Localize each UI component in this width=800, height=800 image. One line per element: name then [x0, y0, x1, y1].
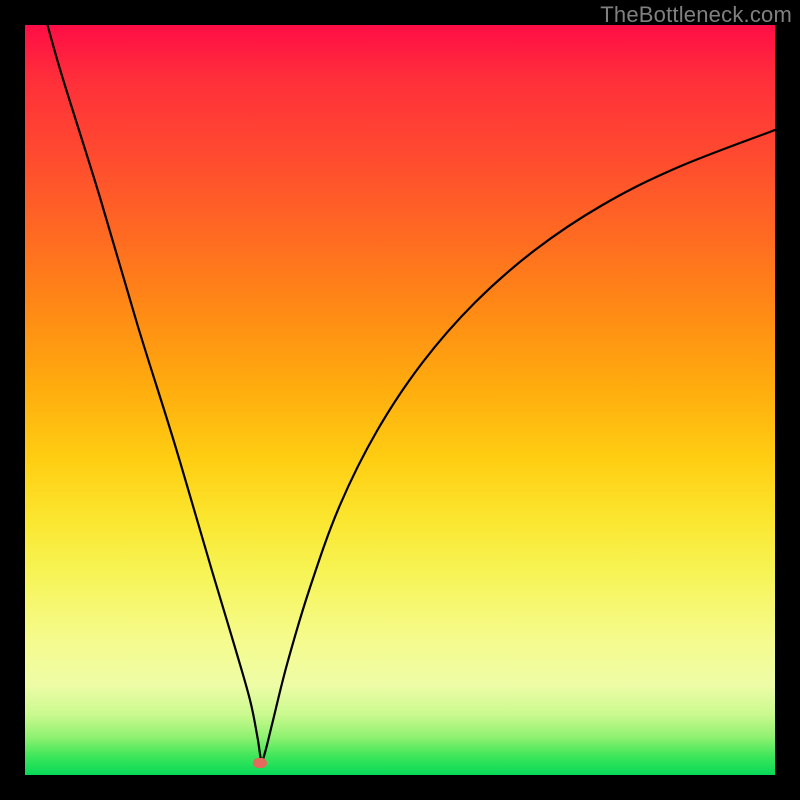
watermark-text: TheBottleneck.com [600, 2, 792, 28]
plot-area [25, 25, 775, 775]
bottleneck-curve [25, 25, 775, 775]
chart-frame: TheBottleneck.com [0, 0, 800, 800]
minimum-marker [253, 758, 267, 768]
